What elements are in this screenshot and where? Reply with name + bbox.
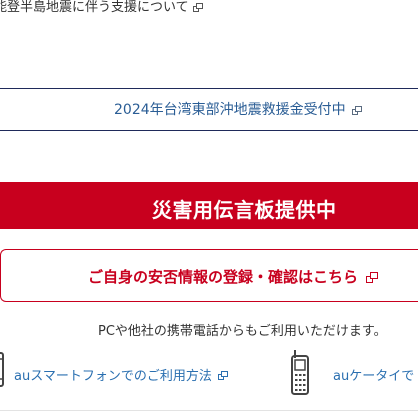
disaster-board-title: 災害用伝言板提供中: [152, 198, 337, 222]
external-link-icon: [351, 105, 362, 115]
smartphone-usage-label: auスマートフォンでのご利用方法: [14, 369, 212, 384]
keitai-usage-label: auケータイで: [333, 369, 415, 384]
smartphone-icon: [0, 352, 4, 387]
external-link-icon: [217, 371, 230, 382]
smartphone-usage-link[interactable]: auスマートフォンでのご利用方法: [14, 365, 230, 384]
external-link-icon: [366, 272, 379, 283]
earthquake-support-label: 能登半島地震に伴う支援について: [0, 0, 189, 15]
pc-usage-note: PCや他社の携帯電話からもご利用いただけます。: [98, 324, 387, 339]
safety-check-label: ご自身の安否情報の登録・確認はこちら: [88, 268, 359, 286]
feature-phone-icon: [291, 350, 309, 395]
section-divider: [0, 410, 418, 411]
safety-check-link[interactable]: ご自身の安否情報の登録・確認はこちら: [88, 266, 379, 287]
external-link-icon: [192, 3, 203, 12]
keitai-usage-link[interactable]: auケータイで: [333, 365, 414, 384]
taiwan-donation-label: 2024年台湾東部沖地震救援金受付中: [114, 102, 346, 118]
taiwan-donation-link[interactable]: 2024年台湾東部沖地震救援金受付中: [114, 99, 362, 119]
disaster-board-banner: 災害用伝言板提供中: [0, 182, 418, 229]
earthquake-support-link[interactable]: 能登半島地震に伴う支援について: [0, 0, 203, 15]
